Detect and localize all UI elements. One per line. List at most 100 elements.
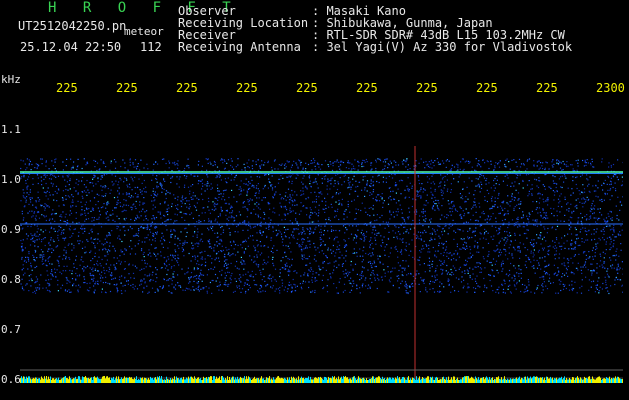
noise-pixel: [318, 192, 320, 194]
noise-pixel: [326, 285, 328, 287]
noise-pixel: [348, 186, 350, 188]
noise-pixel: [359, 292, 361, 294]
noise-pixel: [143, 167, 145, 169]
noise-pixel: [91, 190, 93, 192]
noise-pixel: [525, 260, 527, 263]
noise-pixel: [395, 211, 397, 213]
noise-pixel: [370, 164, 372, 166]
noise-pixel: [250, 227, 252, 229]
noise-pixel: [391, 177, 394, 179]
noise-pixel: [327, 247, 329, 249]
noise-pixel: [27, 235, 29, 237]
noise-pixel: [256, 197, 258, 199]
noise-pixel: [214, 206, 216, 208]
noise-pixel: [489, 208, 491, 210]
noise-pixel: [431, 275, 433, 277]
noise-pixel: [579, 231, 581, 233]
noise-pixel: [603, 199, 605, 201]
noise-pixel: [305, 245, 307, 247]
noise-pixel: [437, 250, 439, 252]
noise-pixel: [369, 194, 371, 196]
noise-pixel: [89, 287, 91, 289]
noise-pixel: [90, 210, 92, 212]
noise-pixel: [457, 169, 459, 171]
noise-pixel: [81, 180, 83, 182]
noise-pixel: [614, 279, 616, 281]
noise-pixel: [450, 291, 452, 293]
noise-pixel: [359, 279, 361, 281]
noise-pixel: [45, 215, 47, 217]
noise-pixel: [28, 251, 30, 253]
noise-pixel: [557, 205, 559, 207]
noise-pixel: [317, 162, 319, 164]
noise-pixel: [309, 227, 311, 229]
noise-pixel: [128, 183, 131, 185]
noise-pixel: [198, 198, 200, 201]
noise-pixel: [463, 247, 465, 249]
noise-pixel: [438, 209, 440, 211]
noise-pixel: [188, 203, 191, 205]
noise-pixel: [382, 168, 384, 171]
noise-pixel: [532, 252, 534, 254]
noise-pixel: [277, 224, 279, 226]
noise-pixel: [52, 165, 54, 167]
noise-pixel: [329, 273, 331, 275]
noise-pixel: [433, 165, 435, 167]
noise-pixel: [341, 264, 343, 266]
noise-pixel: [499, 226, 502, 228]
noise-pixel: [275, 229, 277, 231]
noise-pixel: [345, 167, 347, 169]
noise-pixel: [341, 254, 343, 256]
noise-pixel: [54, 159, 56, 161]
noise-pixel: [523, 164, 525, 166]
noise-pixel: [458, 176, 460, 178]
noise-pixel: [438, 163, 440, 165]
noise-pixel: [106, 234, 108, 236]
noise-pixel: [45, 219, 47, 222]
noise-pixel: [304, 272, 306, 274]
noise-pixel: [448, 279, 450, 281]
noise-pixel: [28, 203, 30, 205]
noise-pixel: [528, 284, 530, 286]
noise-pixel: [394, 232, 397, 234]
noise-pixel: [538, 262, 540, 264]
noise-pixel: [37, 182, 39, 185]
noise-pixel: [544, 188, 546, 190]
noise-pixel: [134, 205, 136, 208]
noise-pixel: [364, 175, 366, 177]
noise-pixel: [619, 234, 622, 236]
noise-pixel: [585, 266, 587, 268]
noise-pixel: [121, 251, 124, 253]
noise-pixel: [422, 191, 424, 193]
noise-pixel: [419, 195, 421, 197]
noise-pixel: [508, 280, 511, 282]
noise-pixel: [343, 213, 345, 215]
noise-pixel: [197, 231, 199, 233]
noise-pixel: [511, 219, 514, 221]
noise-pixel: [41, 158, 43, 160]
noise-pixel: [551, 161, 553, 163]
noise-pixel: [602, 251, 604, 253]
noise-pixel: [85, 191, 87, 193]
noise-pixel: [257, 214, 259, 216]
noise-pixel: [93, 217, 95, 219]
noise-pixel: [224, 282, 226, 284]
noise-pixel: [333, 265, 335, 267]
noise-pixel: [78, 231, 80, 233]
noise-pixel: [380, 235, 382, 237]
noise-pixel: [309, 262, 311, 264]
noise-pixel: [242, 206, 244, 208]
noise-pixel: [540, 243, 542, 245]
noise-pixel: [390, 277, 392, 279]
noise-pixel: [37, 163, 39, 166]
noise-pixel: [326, 185, 328, 187]
noise-pixel: [498, 286, 500, 288]
noise-pixel: [42, 238, 45, 240]
noise-pixel: [596, 267, 598, 269]
noise-pixel: [228, 216, 230, 218]
noise-pixel: [324, 197, 326, 199]
noise-pixel: [143, 268, 145, 270]
noise-pixel: [492, 213, 494, 215]
noise-pixel: [332, 244, 334, 247]
noise-pixel: [450, 274, 453, 276]
